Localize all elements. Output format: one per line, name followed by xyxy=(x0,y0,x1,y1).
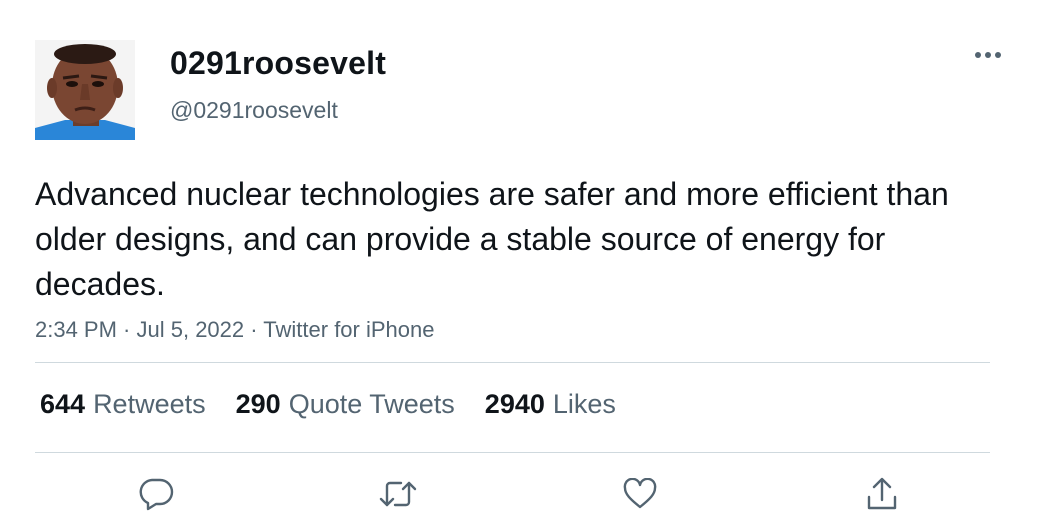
retweets-stat[interactable]: 644 Retweets xyxy=(40,387,206,421)
retweets-label: Retweets xyxy=(93,389,206,419)
share-icon xyxy=(867,477,897,510)
tweet-text: Advanced nuclear technologies are safer … xyxy=(35,176,949,302)
likes-count: 2940 xyxy=(484,389,545,419)
reply-button[interactable] xyxy=(134,474,178,514)
retweets-count: 644 xyxy=(40,389,86,419)
like-button[interactable] xyxy=(618,474,662,514)
tweet-time[interactable]: 2:34 PM xyxy=(35,317,117,342)
user-handle[interactable]: @0291roosevelt xyxy=(170,96,338,124)
tweet-source[interactable]: Twitter for iPhone xyxy=(263,317,434,342)
quote-tweets-count: 290 xyxy=(235,389,281,419)
display-name[interactable]: 0291roosevelt xyxy=(170,44,386,82)
retweet-button[interactable] xyxy=(376,474,420,514)
tweet-date[interactable]: Jul 5, 2022 xyxy=(137,317,245,342)
tweet-meta: 2:34 PM · Jul 5, 2022 · Twitter for iPho… xyxy=(35,316,434,344)
meta-separator: · xyxy=(116,317,137,342)
more-horizontal-icon xyxy=(975,52,1001,58)
share-button[interactable] xyxy=(860,474,904,514)
tweet-stats: 644 Retweets 290 Quote Tweets 2940 Likes xyxy=(40,387,646,421)
more-options-button[interactable] xyxy=(968,40,1008,70)
avatar[interactable] xyxy=(35,40,135,140)
quote-tweets-label: Quote Tweets xyxy=(288,389,455,419)
avatar-photo xyxy=(35,40,135,140)
likes-label: Likes xyxy=(552,389,616,419)
meta-separator: · xyxy=(244,317,264,342)
divider xyxy=(35,452,990,453)
likes-stat[interactable]: 2940 Likes xyxy=(485,387,616,421)
heart-icon xyxy=(623,478,657,509)
retweet-icon xyxy=(379,481,417,507)
divider xyxy=(35,362,990,363)
quote-tweets-stat[interactable]: 290 Quote Tweets xyxy=(236,387,455,421)
reply-icon xyxy=(139,478,174,511)
